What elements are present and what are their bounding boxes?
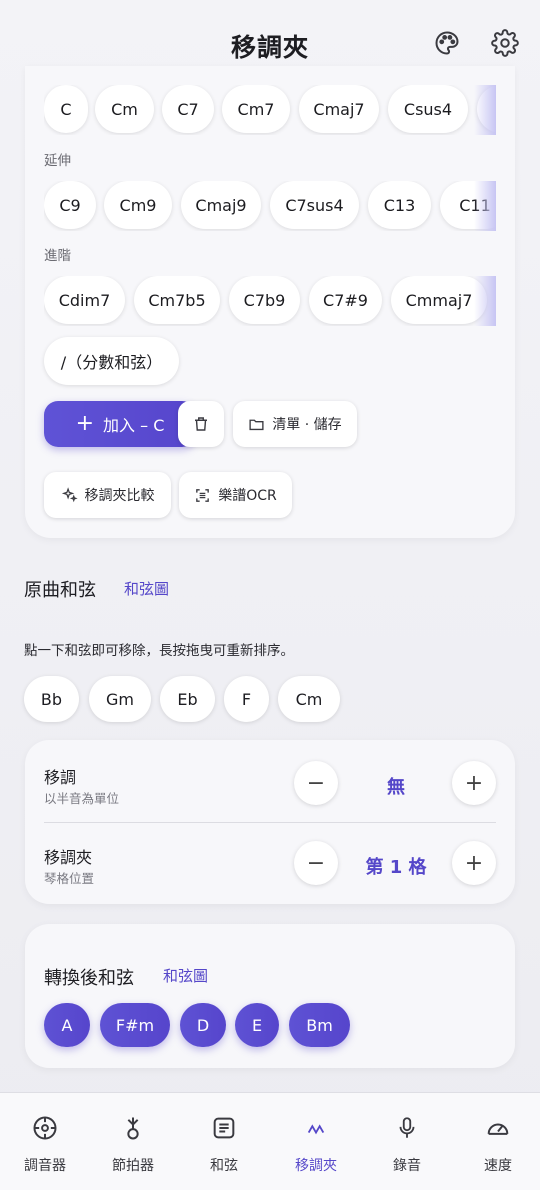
chord-picker-card: C Cm C7 Cm7 Cmaj7 Csus4 C 延伸 C9 Cm9 Cmaj… <box>25 66 515 538</box>
chord-chip[interactable]: C7sus4 <box>270 181 359 229</box>
transposed-chord-chip[interactable]: E <box>235 1003 279 1047</box>
delete-button[interactable] <box>178 401 224 447</box>
transposed-chord-chip[interactable]: Bm <box>289 1003 350 1047</box>
nav-label: 調音器 <box>24 1158 66 1174</box>
add-chord-button[interactable]: + 加入 – C <box>44 401 196 447</box>
original-chord-chip[interactable]: Bb <box>24 676 79 722</box>
advanced-label: 進階 <box>44 248 71 264</box>
microphone-icon <box>392 1113 422 1143</box>
original-chord-diagram-link[interactable]: 和弦圖 <box>124 578 169 599</box>
add-chord-label: 加入 – C <box>103 416 165 435</box>
chord-chip[interactable]: Cdim7 <box>44 276 125 324</box>
chord-chip[interactable]: Cmmaj7 <box>391 276 487 324</box>
original-chord-chip[interactable]: Cm <box>278 676 340 722</box>
transpose-minus-button[interactable]: − <box>294 761 338 805</box>
chord-sheet-icon <box>209 1113 239 1143</box>
scan-icon <box>196 488 210 502</box>
nav-item-tempo[interactable]: 速度 <box>453 1093 540 1190</box>
nav-item-metronome[interactable]: 節拍器 <box>88 1093 178 1190</box>
capo-minus-button[interactable]: − <box>294 841 338 885</box>
sparkle-icon <box>61 486 78 502</box>
transposed-chord-diagram-link[interactable]: 和弦圖 <box>163 965 208 986</box>
original-chord-chip[interactable]: Eb <box>160 676 215 722</box>
divider <box>44 822 496 823</box>
nav-item-tuner[interactable]: 調音器 <box>0 1093 90 1190</box>
list-save-button[interactable]: 清單 · 儲存 <box>233 401 357 447</box>
sheet-ocr-label: 樂譜OCR <box>218 488 277 504</box>
advanced-chord-row[interactable]: Cdim7 Cm7b5 C7b9 C7#9 Cmmaj7 <box>44 276 496 326</box>
chord-chip[interactable]: C7 <box>162 85 214 133</box>
extended-label: 延伸 <box>44 153 71 169</box>
scroll-fade <box>474 276 496 326</box>
capo-value: 第 1 格 <box>365 857 427 878</box>
transpose-plus-button[interactable]: + <box>452 761 496 805</box>
chord-chip[interactable]: C <box>44 85 88 133</box>
speedometer-icon <box>483 1113 513 1143</box>
original-chord-chip[interactable]: F <box>224 676 269 722</box>
folder-icon <box>249 419 264 430</box>
gear-icon[interactable] <box>490 28 520 58</box>
transposed-chord-chip[interactable]: F#m <box>100 1003 170 1047</box>
original-chord-chip[interactable]: Gm <box>89 676 151 722</box>
trash-icon <box>195 417 207 431</box>
chord-chip[interactable]: Cm7b5 <box>134 276 220 324</box>
transposed-chord-chip[interactable]: D <box>180 1003 226 1047</box>
chord-chip[interactable]: C7b9 <box>229 276 300 324</box>
capo-plus-button[interactable]: + <box>452 841 496 885</box>
chord-chip[interactable]: Csus4 <box>388 85 468 133</box>
list-save-label: 清單 · 儲存 <box>272 417 342 433</box>
tuner-icon <box>30 1113 60 1143</box>
nav-label: 節拍器 <box>112 1158 154 1174</box>
chord-chip[interactable]: Cm7 <box>222 85 290 133</box>
nav-item-record[interactable]: 錄音 <box>362 1093 452 1190</box>
transpose-value: 無 <box>387 777 405 798</box>
capo-sub: 琴格位置 <box>44 871 95 886</box>
metronome-icon <box>118 1113 148 1143</box>
chord-chip[interactable]: C7#9 <box>309 276 382 324</box>
transposed-chords-card: 轉換後和弦 和弦圖 A F#m D E Bm <box>25 924 515 1068</box>
transpose-sub: 以半音為單位 <box>44 791 120 806</box>
slash-chord-chip[interactable]: /（分數和弦） <box>44 337 179 385</box>
transposed-chord-chip[interactable]: A <box>44 1003 90 1047</box>
chord-chip[interactable]: C9 <box>44 181 96 229</box>
plus-icon: + <box>75 411 95 436</box>
nav-label: 錄音 <box>393 1158 421 1174</box>
capo-compare-label: 移調夾比較 <box>84 488 155 504</box>
basic-chord-row[interactable]: C Cm C7 Cm7 Cmaj7 Csus4 C <box>44 85 496 135</box>
chord-chip[interactable]: C13 <box>368 181 431 229</box>
chord-chip[interactable]: Cmaj7 <box>299 85 379 133</box>
chord-chip[interactable]: Cmaj9 <box>181 181 261 229</box>
nav-label: 和弦 <box>210 1158 238 1174</box>
original-chords-title: 原曲和弦 <box>24 580 96 601</box>
nav-label: 速度 <box>484 1158 512 1174</box>
app-screen: 移調夾 C Cm C7 Cm7 Cmaj7 Csus4 C <box>0 0 540 1190</box>
chord-chip[interactable]: Cm9 <box>104 181 172 229</box>
sheet-ocr-button[interactable]: 樂譜OCR <box>179 472 292 518</box>
capo-label: 移調夾 <box>44 848 93 867</box>
scroll-fade <box>474 85 496 135</box>
original-chords-hint: 點一下和弦即可移除，長按拖曳可重新排序。 <box>24 643 294 659</box>
capo-icon <box>301 1113 331 1143</box>
transpose-label: 移調 <box>44 768 77 787</box>
extended-chord-row[interactable]: C9 Cm9 Cmaj9 C7sus4 C13 C11 <box>44 181 496 231</box>
bottom-nav: 調音器 節拍器 和弦 移調夾 錄音 速度 <box>0 1092 540 1190</box>
nav-item-capo[interactable]: 移調夾 <box>271 1093 361 1190</box>
nav-item-chords[interactable]: 和弦 <box>179 1093 269 1190</box>
palette-icon[interactable] <box>432 28 462 58</box>
transposed-chords-title: 轉換後和弦 <box>44 968 134 989</box>
nav-label: 移調夾 <box>295 1158 337 1174</box>
capo-compare-button[interactable]: 移調夾比較 <box>44 472 171 518</box>
transpose-card: 移調 以半音為單位 − 無 + 移調夾 琴格位置 − 第 1 格 + <box>25 740 515 904</box>
scroll-fade <box>474 181 496 231</box>
chord-chip[interactable]: Cm <box>95 85 154 133</box>
